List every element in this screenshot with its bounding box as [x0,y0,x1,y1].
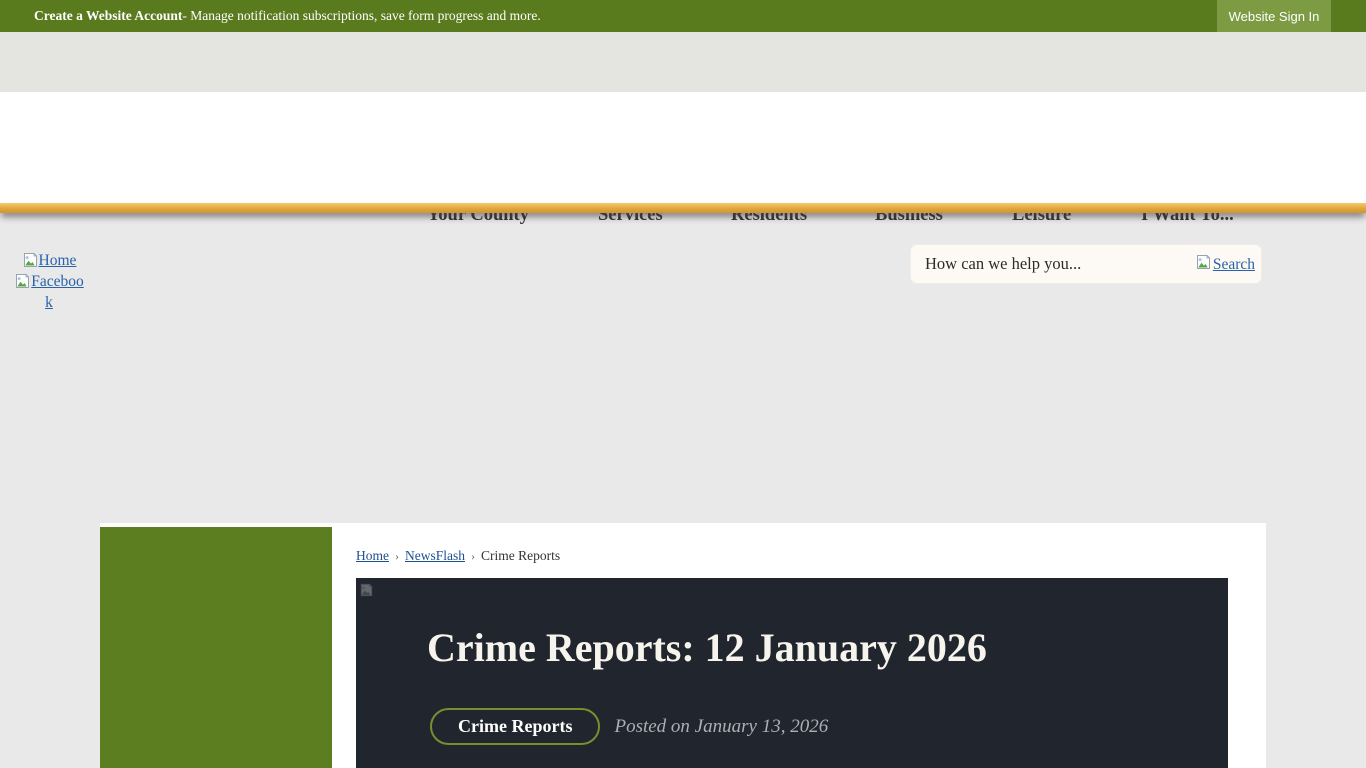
broken-image-icon [1195,254,1212,275]
search-alt-text: Search [1213,256,1255,274]
news-meta-row: Crime Reports Posted on January 13, 2026 [430,708,828,745]
breadcrumb-separator: › [395,549,399,563]
create-account-label: Create a Website Account [34,8,182,24]
broken-image-icon [14,273,31,290]
site-search-box: Search [910,244,1262,284]
breadcrumb-newsflash-link[interactable]: NewsFlash [405,548,465,563]
search-submit-link[interactable]: Search [1195,254,1255,275]
website-sign-in-button[interactable]: Website Sign In [1217,0,1331,32]
facebook-alt-text: Facebook [31,273,84,311]
main-content: Home › NewsFlash › Crime Reports Crime Repor… [100,523,1266,768]
posted-date: Posted on January 13, 2026 [614,716,828,738]
gold-divider-bar [0,203,1366,213]
quick-links: Home Facebook [14,250,84,313]
home-alt-text: Home [39,252,77,269]
broken-image-icon [359,583,374,602]
category-pill-crime-reports[interactable]: Crime Reports [430,708,600,745]
sidebar-green-panel [100,527,332,768]
broken-image-icon [22,252,39,269]
breadcrumb: Home › NewsFlash › Crime Reports [356,548,560,564]
news-detail-panel: Crime Reports: 12 January 2026 Crime Rep… [356,578,1228,768]
breadcrumb-home-link[interactable]: Home [356,548,389,563]
top-account-bar: Create a Website Account - Manage notifi… [0,0,1366,32]
breadcrumb-separator: › [471,549,475,563]
quick-link-home[interactable]: Home [14,250,84,271]
main-navigation: Your County Services Residents Business … [0,92,1366,203]
quick-link-facebook[interactable]: Facebook [14,271,84,313]
search-input[interactable] [911,245,1191,283]
breadcrumb-current: Crime Reports [481,548,560,563]
news-title: Crime Reports: 12 January 2026 [427,624,987,672]
create-account-description: - Manage notification subscriptions, sav… [182,8,540,24]
header-strip: Click to Home [0,32,1366,92]
create-account-link[interactable]: Create a Website Account - Manage notifi… [34,0,541,32]
